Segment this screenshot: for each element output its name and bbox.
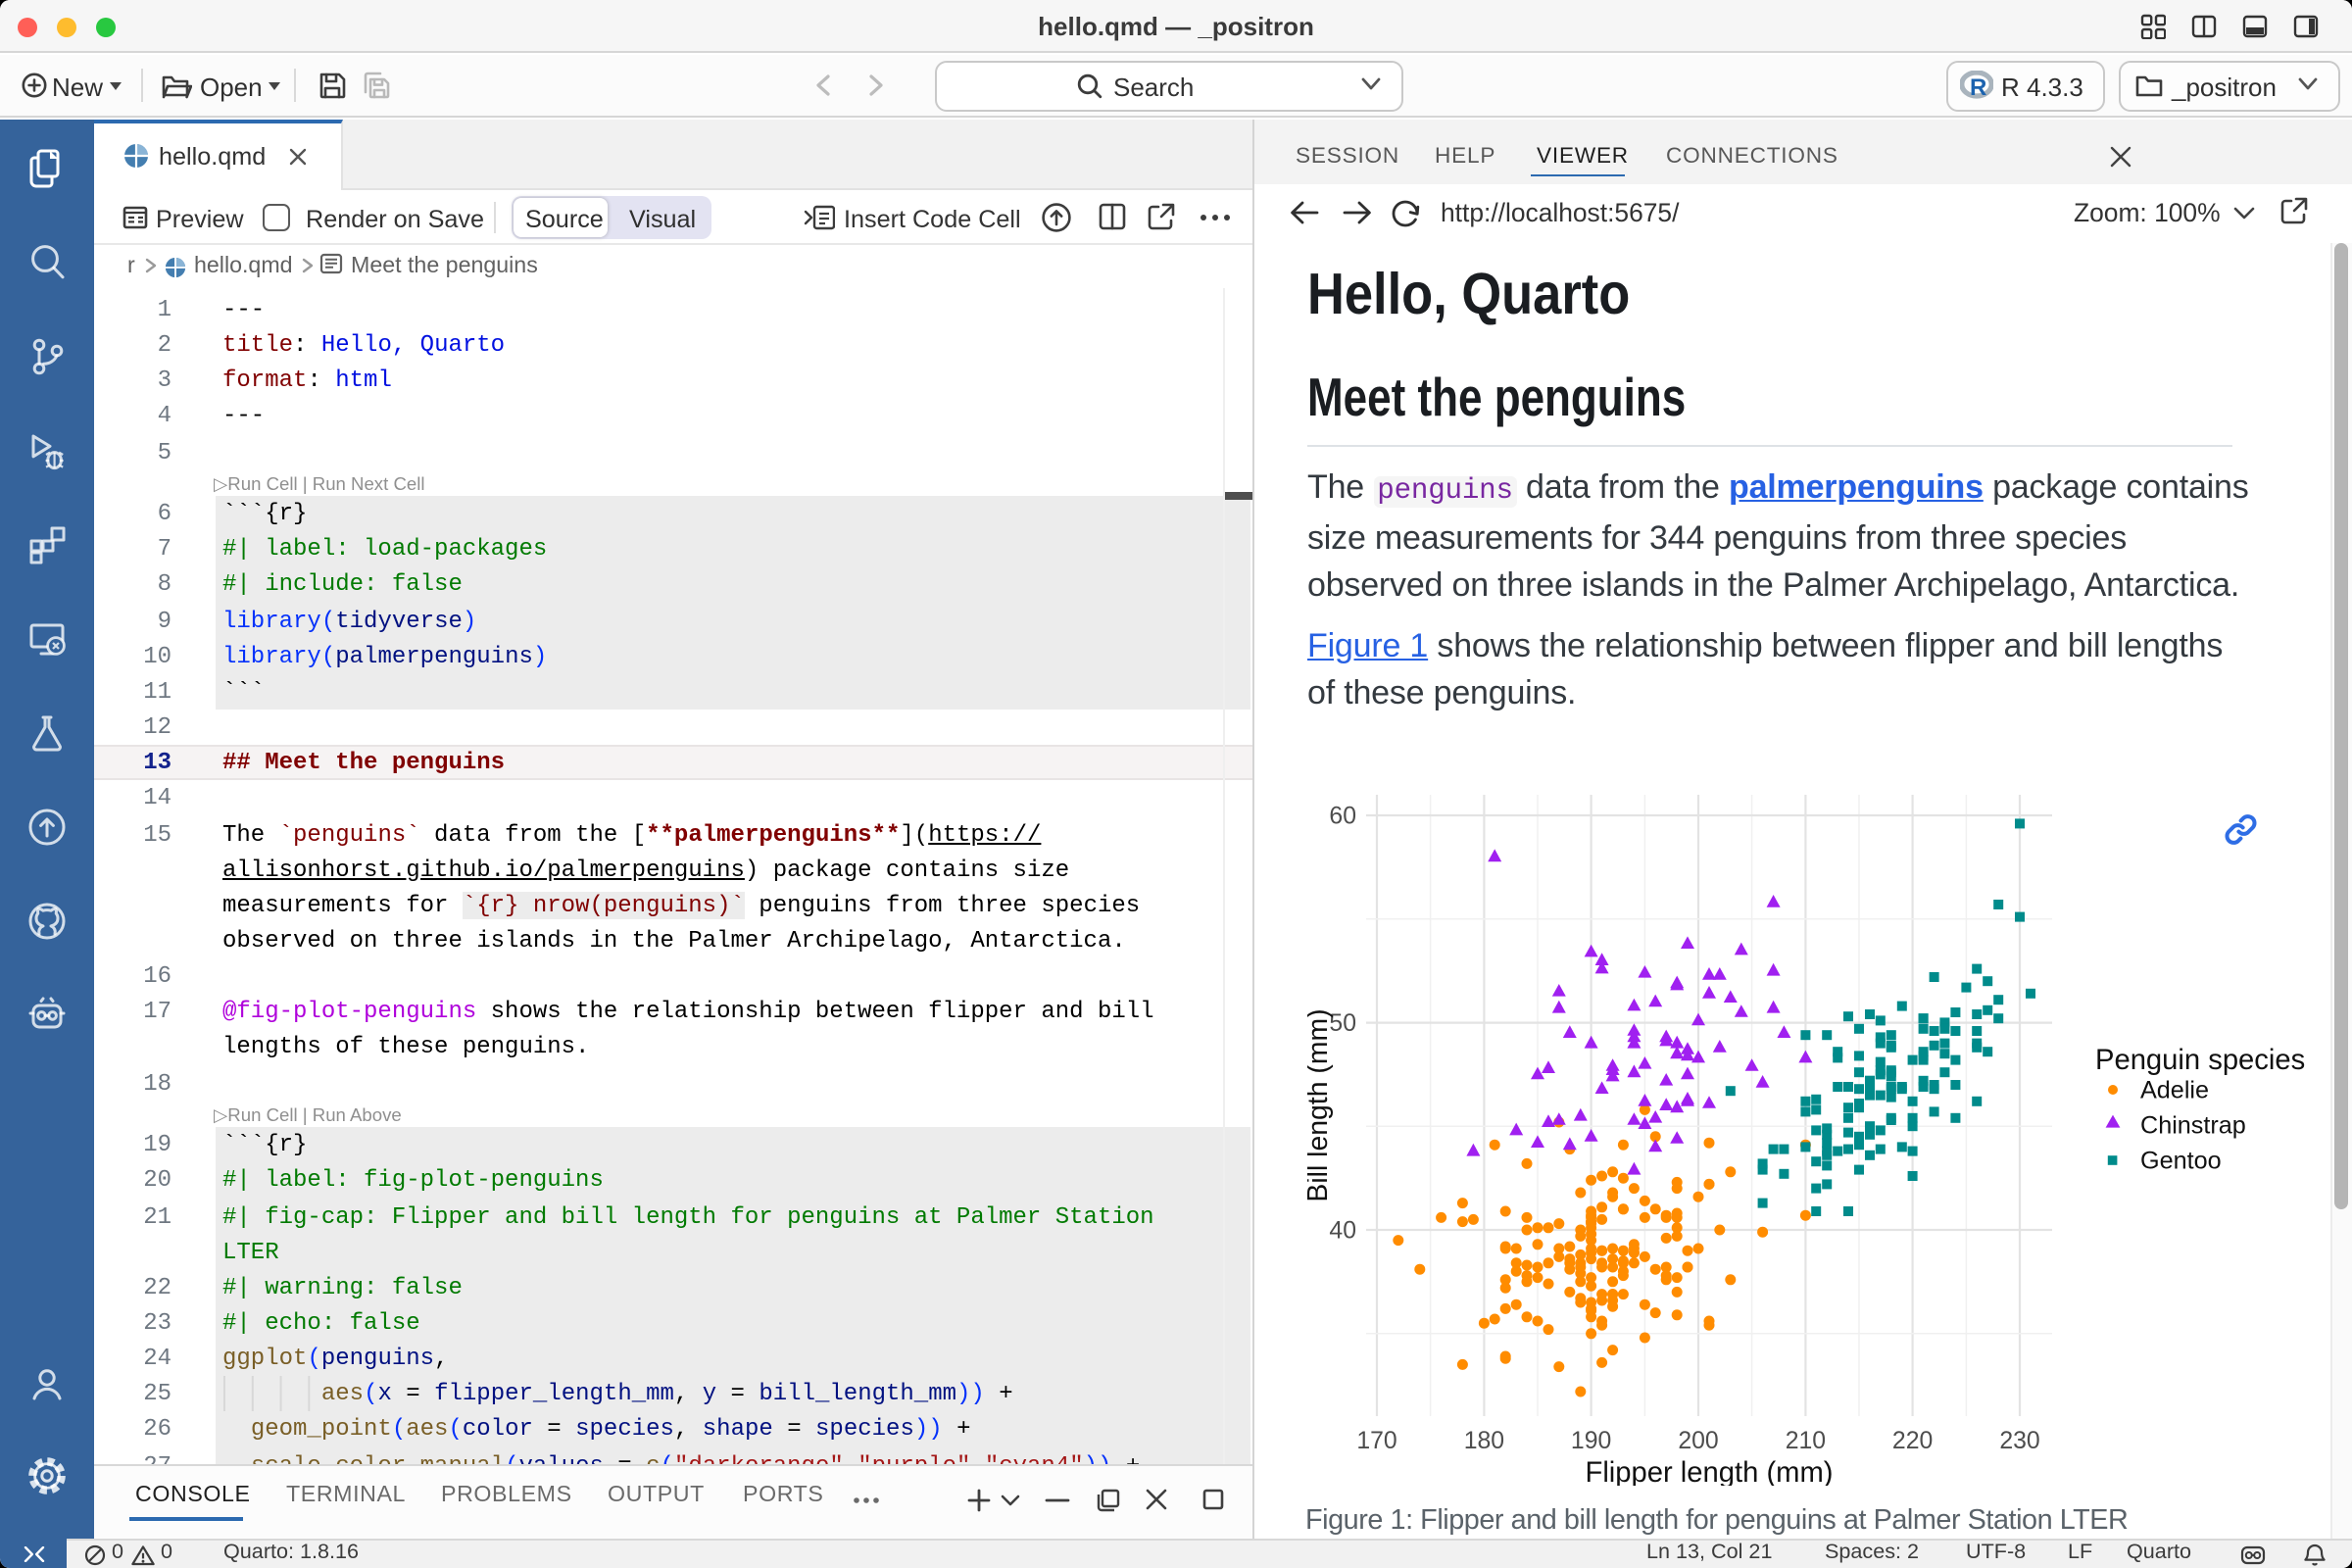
svg-text:Flipper length (mm): Flipper length (mm)	[1585, 1457, 1833, 1486]
svg-text:Adelie: Adelie	[2140, 1077, 2209, 1104]
svg-text:60: 60	[1329, 803, 1356, 829]
svg-text:170: 170	[1356, 1428, 1396, 1454]
svg-text:220: 220	[1892, 1428, 1933, 1454]
svg-text:190: 190	[1571, 1428, 1611, 1454]
svg-text:Bill length (mm): Bill length (mm)	[1307, 1008, 1334, 1201]
svg-text:180: 180	[1464, 1428, 1504, 1454]
svg-text:210: 210	[1786, 1428, 1826, 1454]
svg-text:Penguin species: Penguin species	[2095, 1045, 2305, 1076]
svg-text:230: 230	[1999, 1428, 2039, 1454]
svg-text:R: R	[1970, 74, 1986, 100]
svg-text:Chinstrap: Chinstrap	[2140, 1112, 2246, 1140]
svg-text:Gentoo: Gentoo	[2140, 1148, 2222, 1175]
svg-text:200: 200	[1678, 1428, 1718, 1454]
svg-text:40: 40	[1329, 1217, 1356, 1244]
